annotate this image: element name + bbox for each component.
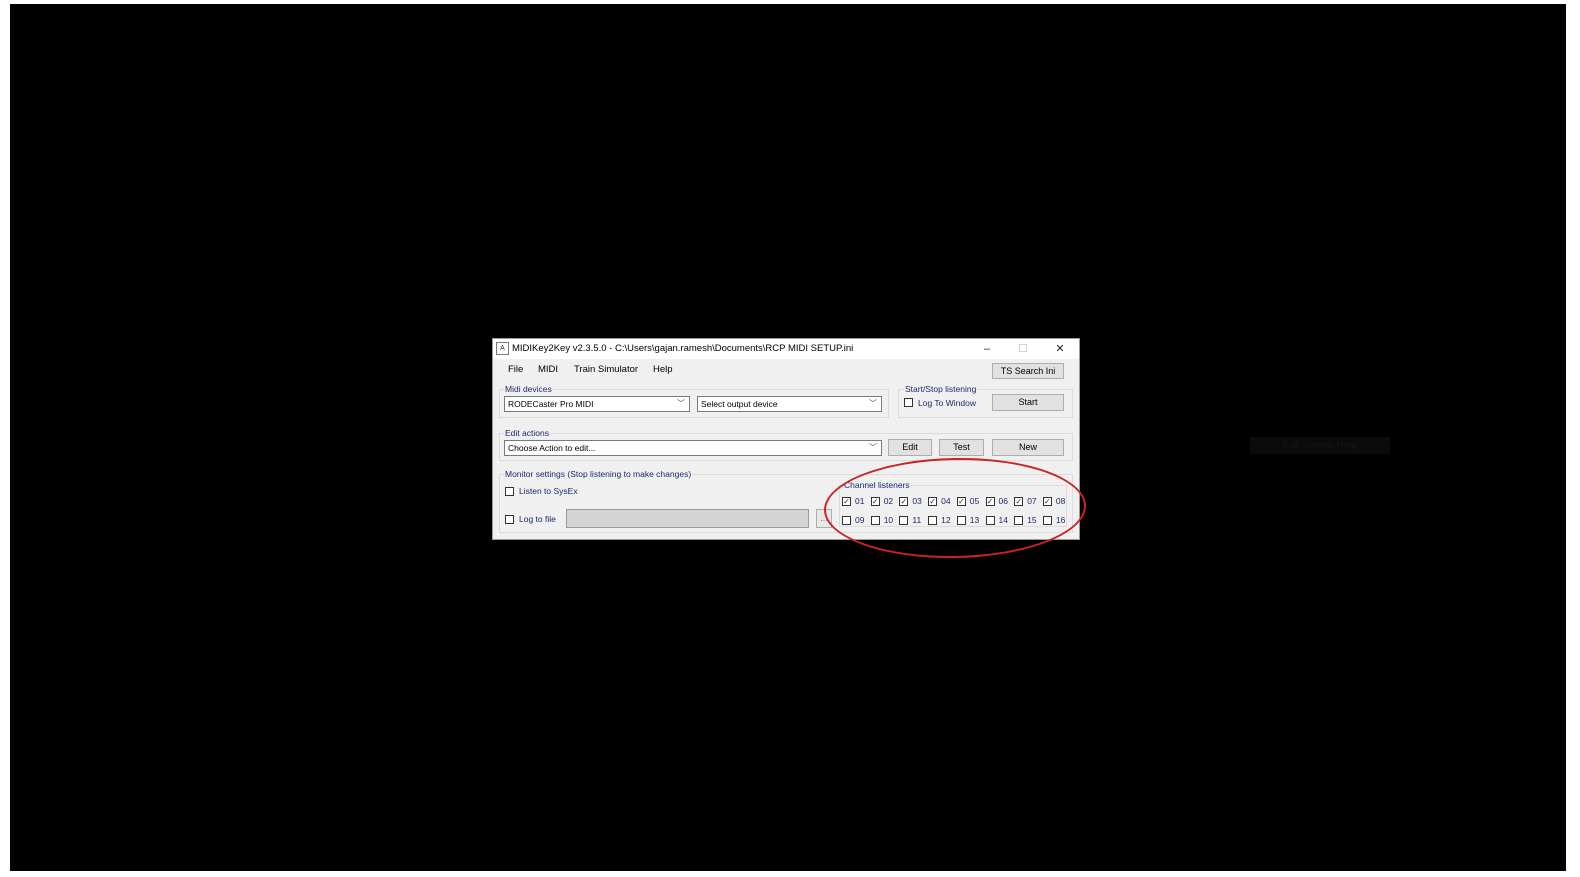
channel-10-checkbox[interactable] [870, 516, 880, 525]
browse-button[interactable]: ... [816, 509, 832, 528]
channel-07-checkbox[interactable]: ✓ [1014, 497, 1024, 506]
channel-07-label: 07 [1027, 496, 1037, 506]
channel-11-label: 11 [912, 515, 922, 525]
channel-14-checkbox[interactable] [985, 516, 995, 525]
channel-09-checkbox[interactable] [842, 516, 851, 525]
channel-03-checkbox[interactable]: ✓ [899, 497, 909, 506]
channel-14-label: 14 [998, 515, 1008, 525]
log-to-file-checkbox[interactable] [505, 515, 514, 524]
channel-05-checkbox[interactable]: ✓ [956, 497, 966, 506]
edit-button[interactable]: Edit [888, 439, 932, 456]
channel-06-checkbox[interactable]: ✓ [985, 497, 995, 506]
channel-08-checkbox[interactable]: ✓ [1042, 497, 1052, 506]
menu-midi[interactable]: MIDI [538, 364, 558, 375]
channel-13-checkbox[interactable] [956, 516, 966, 525]
channel-05-label: 05 [969, 496, 980, 506]
app-icon: A [496, 342, 509, 355]
midi-output-value: Select output device [701, 399, 778, 409]
menu-bar: File MIDI Train Simulator Help [493, 361, 983, 377]
close-button[interactable]: ✕ [1047, 341, 1073, 357]
listen-sysex-label: Listen to SysEx [519, 486, 578, 496]
channel-01-checkbox[interactable]: ✓ [842, 497, 851, 506]
menu-help[interactable]: Help [653, 364, 673, 375]
chevron-down-icon: ﹀ [869, 399, 877, 408]
menu-train-simulator[interactable]: Train Simulator [574, 364, 638, 375]
channel-10-label: 10 [883, 515, 894, 525]
channel-03-label: 03 [912, 496, 922, 506]
start-button[interactable]: Start [992, 394, 1064, 411]
menu-file[interactable]: File [508, 364, 523, 375]
edit-actions-title: Edit actions [504, 428, 550, 438]
chevron-down-icon: ﹀ [869, 443, 877, 452]
channel-12-checkbox[interactable] [928, 516, 938, 525]
midi-devices-title: Midi devices [504, 384, 553, 394]
start-stop-title: Start/Stop listening [904, 384, 978, 394]
channel-02-checkbox[interactable]: ✓ [870, 497, 880, 506]
channel-06-label: 06 [998, 496, 1008, 506]
channel-04-label: 04 [941, 496, 951, 506]
midi-output-select[interactable]: Select output device ﹀ [697, 396, 882, 412]
action-select[interactable]: Choose Action to edit... ﹀ [504, 440, 882, 456]
ts-search-ini-button[interactable]: TS Search Ini [992, 363, 1064, 379]
chevron-down-icon: ﹀ [677, 399, 685, 408]
monitor-settings-title: Monitor settings (Stop listening to make… [504, 469, 693, 479]
window-title: MIDIKey2Key v2.3.5.0 - C:\Users\gajan.ra… [512, 343, 854, 354]
log-to-file-label: Log to file [519, 514, 556, 524]
midikey2key-window: A MIDIKey2Key v2.3.5.0 - C:\Users\gajan.… [492, 338, 1080, 540]
new-button[interactable]: New [992, 439, 1064, 456]
title-bar[interactable]: A MIDIKey2Key v2.3.5.0 - C:\Users\gajan.… [493, 339, 1079, 359]
fullscreen-help-label: Full Screen Help [1250, 437, 1390, 454]
channel-04-checkbox[interactable]: ✓ [928, 497, 938, 506]
channel-02-label: 02 [883, 496, 894, 506]
channel-15-label: 15 [1027, 515, 1037, 525]
log-file-path-input[interactable] [566, 509, 809, 528]
channel-16-label: 16 [1055, 515, 1066, 525]
midi-input-select[interactable]: RODECaster Pro MIDI ﹀ [504, 396, 690, 412]
channel-13-label: 13 [969, 515, 980, 525]
minimize-button[interactable]: – [974, 341, 1000, 357]
channel-16-checkbox[interactable] [1042, 516, 1052, 525]
action-select-value: Choose Action to edit... [508, 443, 596, 453]
channel-09-label: 09 [855, 515, 865, 525]
listen-sysex-checkbox[interactable] [505, 487, 514, 496]
maximize-button[interactable]: ☐ [1010, 341, 1036, 357]
midi-input-value: RODECaster Pro MIDI [508, 399, 594, 409]
channel-08-label: 08 [1055, 496, 1066, 506]
channel-11-checkbox[interactable] [899, 516, 909, 525]
channel-15-checkbox[interactable] [1014, 516, 1024, 525]
channel-01-label: 01 [855, 496, 865, 506]
log-to-window-label: Log To Window [918, 398, 976, 408]
log-to-window-checkbox[interactable] [904, 398, 913, 407]
test-button[interactable]: Test [939, 439, 984, 456]
channel-12-label: 12 [941, 515, 951, 525]
channel-listeners-title: Channel listeners [843, 480, 911, 490]
